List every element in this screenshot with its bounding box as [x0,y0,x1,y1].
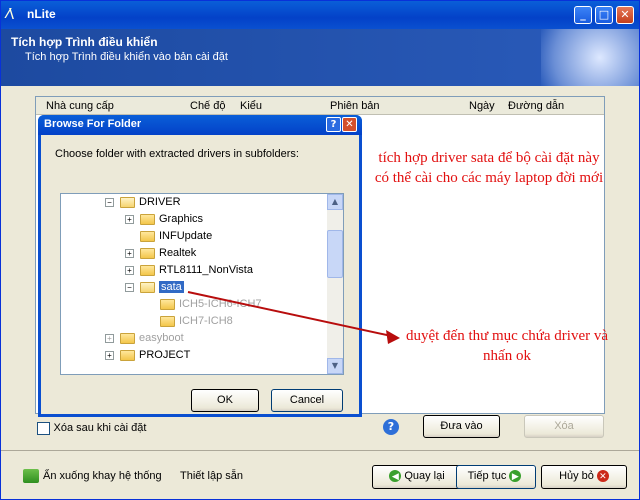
dialog-cancel-button[interactable]: Cancel [271,389,343,412]
folder-icon [140,247,155,259]
tree-item-label: Realtek [159,247,197,259]
folder-icon [140,213,155,225]
dialog-message: Choose folder with extracted drivers in … [55,148,299,160]
scroll-down-icon[interactable]: ▼ [327,358,343,374]
collapse-icon[interactable]: − [125,282,134,292]
tree-item-label: PROJECT [139,349,191,361]
browse-for-folder-dialog: Browse For Folder ? ✕ Choose folder with… [38,115,362,417]
dialog-ok-button[interactable]: OK [191,389,259,412]
folder-open-icon [140,281,155,293]
folder-icon [160,315,175,327]
dialog-close-icon[interactable]: ✕ [342,117,357,132]
folder-icon [160,298,175,310]
dialog-title-bar[interactable]: Browse For Folder ? ✕ [38,115,362,135]
folder-icon [140,264,155,276]
tree-item-label: RTL8111_NonVista [159,264,253,276]
tree-item-label-selected: sata [159,281,184,293]
scroll-up-icon[interactable]: ▲ [327,194,343,210]
scroll-thumb[interactable] [327,230,343,278]
tree-item-label: ICH5-ICH6-ICH7 [179,298,262,310]
window-title: nLite [27,7,56,21]
tree-item-label: Graphics [159,213,204,225]
tree-item-sata[interactable]: − sata [125,279,184,296]
page-header: Tích hợp Trình điều khiển Tích hợp Trình… [1,29,639,86]
column-version[interactable]: Phiên bản [330,100,380,112]
minimize-button[interactable]: _ [574,6,592,24]
close-button[interactable]: ✕ [616,6,634,24]
minimize-to-tray-label: Ẩn xuống khay hệ thống [43,469,162,482]
tree-item-infupdate[interactable]: INFUpdate [140,228,212,245]
presets-link[interactable]: Thiết lập sẵn [180,470,243,482]
tree-item-ich5[interactable]: ICH5-ICH6-ICH7 [160,296,262,313]
tree-item-label: easyboot [139,332,184,344]
column-mode[interactable]: Chế độ [190,100,225,112]
column-vendor[interactable]: Nhà cung cấp [46,100,114,112]
tree-item-graphics[interactable]: + Graphics [125,211,203,228]
expand-icon[interactable]: + [125,265,134,275]
tree-item-ich7[interactable]: ICH7-ICH8 [160,313,233,330]
page-subtitle: Tích hợp Trình điều khiển vào bản cài đặ… [25,51,228,63]
next-button[interactable]: Tiếp tục ▶ [456,465,536,489]
dialog-help-icon[interactable]: ? [326,117,341,132]
title-bar[interactable]: ⁄\ nLite _ □ ✕ [1,1,639,29]
expand-icon[interactable]: + [105,350,114,360]
tree-item-realtek[interactable]: + Realtek [125,245,196,262]
list-header: Nhà cung cấp Chế độ Kiểu Phiên bản Ngày … [36,97,604,115]
next-arrow-icon: ▶ [509,470,522,483]
back-arrow-icon: ◀ [389,470,402,483]
tree-item-label: INFUpdate [159,230,213,242]
expand-icon[interactable]: + [125,248,134,258]
page-title: Tích hợp Trình điều khiển [11,35,158,49]
column-path[interactable]: Đường dẫn [508,100,564,112]
delete-driver-button[interactable]: Xóa [524,415,604,438]
minimize-to-tray-link[interactable]: Ẩn xuống khay hệ thống [23,469,162,483]
collapse-icon[interactable]: − [105,197,114,207]
delete-after-install-label: Xóa sau khi cài đặt [53,422,147,434]
add-driver-button[interactable]: Đưa vào [423,415,500,438]
tree-item-label: ICH7-ICH8 [179,315,233,327]
folder-icon [140,230,155,242]
folder-tree[interactable]: − DRIVER + Graphics INFUpdate + Realtek + RT… [60,193,344,375]
nlite-logo [541,29,639,86]
tree-scrollbar[interactable]: ▲ ▼ [327,194,343,374]
expand-icon[interactable]: + [105,333,114,343]
delete-after-install-checkbox[interactable] [37,421,50,435]
folder-icon [120,349,135,361]
tree-item-label: DRIVER [139,196,181,208]
dialog-title: Browse For Folder [44,118,142,130]
delete-after-install-option[interactable]: Xóa sau khi cài đặt [37,421,146,435]
next-label: Tiếp tục [467,470,507,482]
help-icon[interactable]: ? [383,419,399,435]
cancel-x-icon: ✕ [596,470,609,483]
footer-divider [1,450,639,451]
annotation-top-note: tích hợp driver sata để bộ cài đặt này c… [374,150,604,186]
tray-icon [23,469,39,483]
back-button[interactable]: ◀ Quay lại [372,465,462,489]
tree-item-rtl8111[interactable]: + RTL8111_NonVista [125,262,253,279]
column-date[interactable]: Ngày [469,100,495,112]
column-type[interactable]: Kiểu [240,100,262,112]
expand-icon[interactable]: + [125,214,134,224]
folder-open-icon [120,196,135,208]
tree-item-project[interactable]: + PROJECT [105,347,190,364]
maximize-button[interactable]: □ [595,6,613,24]
folder-icon [120,332,135,344]
tree-item-easyboot[interactable]: + easyboot [105,330,184,347]
back-label: Quay lại [404,470,445,482]
cancel-label: Hủy bỏ [559,470,594,482]
nlite-app-icon: ⁄\ [7,7,14,22]
cancel-button[interactable]: Hủy bỏ ✕ [541,465,627,489]
annotation-bottom-note: duyệt đến thư mục chứa driver và nhấn ok [405,328,609,364]
tree-item-driver[interactable]: − DRIVER [105,194,181,211]
